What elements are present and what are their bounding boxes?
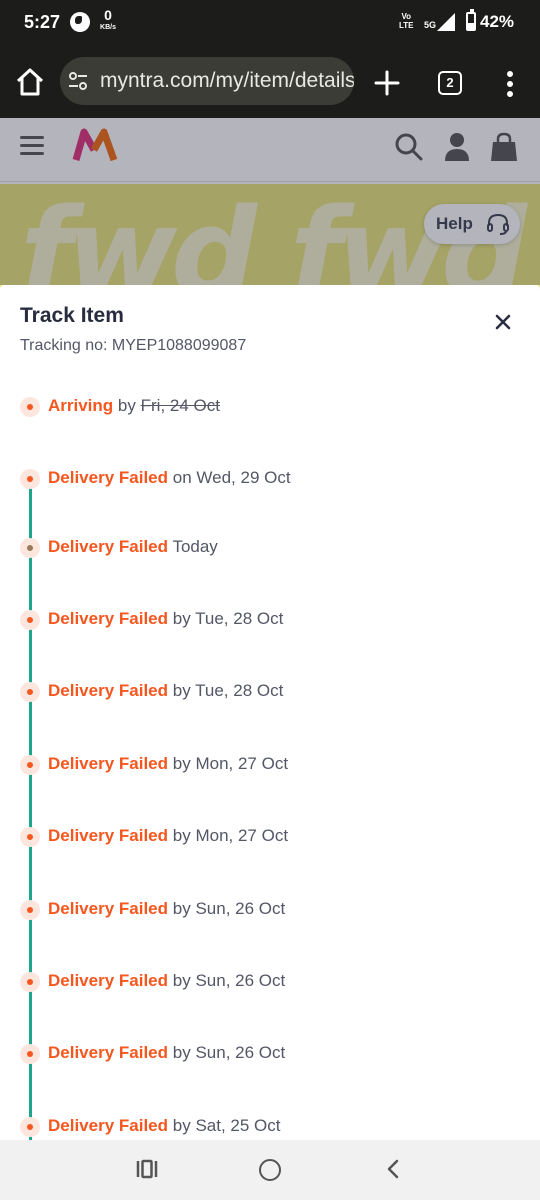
network-speed: 0 KB/s xyxy=(96,8,120,31)
network-speed-value: 0 xyxy=(104,7,112,23)
event-date-prefix: by xyxy=(172,899,191,918)
tracking-event: Delivery Failed by Sat, 25 Oct xyxy=(0,1112,540,1140)
battery-fill xyxy=(468,22,474,29)
status-dot-icon xyxy=(20,900,40,920)
event-text: Delivery Failed on Wed, 29 Oct xyxy=(48,468,291,488)
battery-icon xyxy=(466,9,476,31)
event-status: Delivery Failed xyxy=(48,899,169,918)
event-date-prefix: by xyxy=(172,1043,191,1062)
event-date: Tue, 28 Oct xyxy=(195,609,284,628)
event-date: Today xyxy=(172,537,218,556)
status-dot-icon xyxy=(20,755,40,775)
event-text: Delivery Failed by Sun, 26 Oct xyxy=(48,1043,285,1063)
recents-icon[interactable] xyxy=(136,1158,158,1180)
status-dot-icon xyxy=(20,397,40,417)
volte-line1: Vo xyxy=(401,12,412,21)
tracking-event: Delivery Failed Today xyxy=(0,533,540,563)
globe-icon xyxy=(70,12,90,32)
nav-home-icon[interactable] xyxy=(259,1159,281,1181)
event-date-prefix: by xyxy=(172,1116,191,1135)
signal-icon xyxy=(437,13,455,31)
event-text: Delivery Failed by Sat, 25 Oct xyxy=(48,1116,281,1136)
status-dot-icon xyxy=(20,827,40,847)
url-bar[interactable]: myntra.com/my/item/details xyxy=(60,57,354,105)
tracking-event: Delivery Failed by Sun, 26 Oct xyxy=(0,895,540,925)
event-date: Sun, 26 Oct xyxy=(195,899,286,918)
back-icon[interactable] xyxy=(382,1158,404,1180)
event-text: Delivery Failed by Mon, 27 Oct xyxy=(48,754,288,774)
event-status: Delivery Failed xyxy=(48,609,169,628)
event-text: Delivery Failed by Sun, 26 Oct xyxy=(48,971,285,991)
tracking-event: Arriving by Fri, 24 Oct xyxy=(0,392,540,422)
event-status: Delivery Failed xyxy=(48,971,169,990)
tracking-event: Delivery Failed by Tue, 28 Oct xyxy=(0,677,540,707)
plus-icon[interactable] xyxy=(374,70,400,96)
status-bar: 5:27 0 KB/s Vo LTE 5G 42% xyxy=(0,0,540,46)
event-date-prefix: by xyxy=(172,754,191,773)
track-item-sheet: Track Item Tracking no: MYEP1088099087 A… xyxy=(0,285,540,1140)
tracking-number: Tracking no: MYEP1088099087 xyxy=(20,337,247,354)
event-text: Arriving by Fri, 24 Oct xyxy=(48,396,220,416)
sheet-title: Track Item xyxy=(20,304,124,327)
browser-toolbar: myntra.com/my/item/details 2 xyxy=(0,46,540,118)
status-dot-icon xyxy=(20,469,40,489)
tracking-event: Delivery Failed by Sun, 26 Oct xyxy=(0,967,540,997)
close-icon[interactable] xyxy=(488,307,518,337)
event-date: Tue, 28 Oct xyxy=(195,681,284,700)
event-date: Sat, 25 Oct xyxy=(195,1116,281,1135)
event-date-prefix: on xyxy=(172,468,192,487)
event-status: Delivery Failed xyxy=(48,1116,169,1135)
tab-switcher-button[interactable]: 2 xyxy=(438,71,462,95)
status-dot-icon xyxy=(20,610,40,630)
tracking-event: Delivery Failed by Mon, 27 Oct xyxy=(0,750,540,780)
status-dot-icon xyxy=(20,538,40,558)
more-vert-icon[interactable] xyxy=(503,70,517,98)
event-text: Delivery Failed by Mon, 27 Oct xyxy=(48,826,288,846)
event-date-prefix: by xyxy=(172,971,191,990)
event-date: Mon, 27 Oct xyxy=(195,754,289,773)
event-text: Delivery Failed by Sun, 26 Oct xyxy=(48,899,285,919)
volte-line2: LTE xyxy=(399,21,414,30)
event-status: Delivery Failed xyxy=(48,537,169,556)
event-status: Delivery Failed xyxy=(48,826,169,845)
status-dot-icon xyxy=(20,1117,40,1137)
tracking-event: Delivery Failed on Wed, 29 Oct xyxy=(0,464,540,494)
status-dot-icon xyxy=(20,682,40,702)
event-date-prefix: by xyxy=(172,826,191,845)
event-status: Delivery Failed xyxy=(48,468,169,487)
event-text: Delivery Failed by Tue, 28 Oct xyxy=(48,681,283,701)
status-dot-icon xyxy=(20,972,40,992)
event-date: Fri, 24 Oct xyxy=(140,396,220,415)
event-status: Delivery Failed xyxy=(48,681,169,700)
tracking-event: Delivery Failed by Tue, 28 Oct xyxy=(0,605,540,635)
home-icon[interactable] xyxy=(14,66,46,98)
status-dot-icon xyxy=(20,1044,40,1064)
battery-percent: 42% xyxy=(480,12,515,31)
event-date: Sun, 26 Oct xyxy=(195,1043,286,1062)
event-date-prefix: by xyxy=(117,396,136,415)
event-status: Arriving xyxy=(48,396,114,415)
event-text: Delivery Failed by Tue, 28 Oct xyxy=(48,609,283,629)
event-date: Mon, 27 Oct xyxy=(195,826,289,845)
system-nav-bar xyxy=(0,1140,540,1200)
event-date-prefix: by xyxy=(172,609,191,628)
event-status: Delivery Failed xyxy=(48,1043,169,1062)
status-time: 5:27 xyxy=(24,12,61,32)
tracking-event: Delivery Failed by Mon, 27 Oct xyxy=(0,822,540,852)
modal-scrim[interactable] xyxy=(0,118,540,285)
event-date: Wed, 29 Oct xyxy=(196,468,291,487)
event-text: Delivery Failed Today xyxy=(48,537,218,557)
network-speed-unit: KB/s xyxy=(100,24,116,31)
event-date-prefix: by xyxy=(172,681,191,700)
event-status: Delivery Failed xyxy=(48,754,169,773)
event-date: Sun, 26 Oct xyxy=(195,971,286,990)
url-text: myntra.com/my/item/details xyxy=(100,69,354,92)
volte-indicator: Vo LTE xyxy=(399,12,414,30)
tracking-event: Delivery Failed by Sun, 26 Oct xyxy=(0,1039,540,1069)
tune-icon[interactable] xyxy=(68,71,88,91)
network-type: 5G xyxy=(424,20,437,30)
